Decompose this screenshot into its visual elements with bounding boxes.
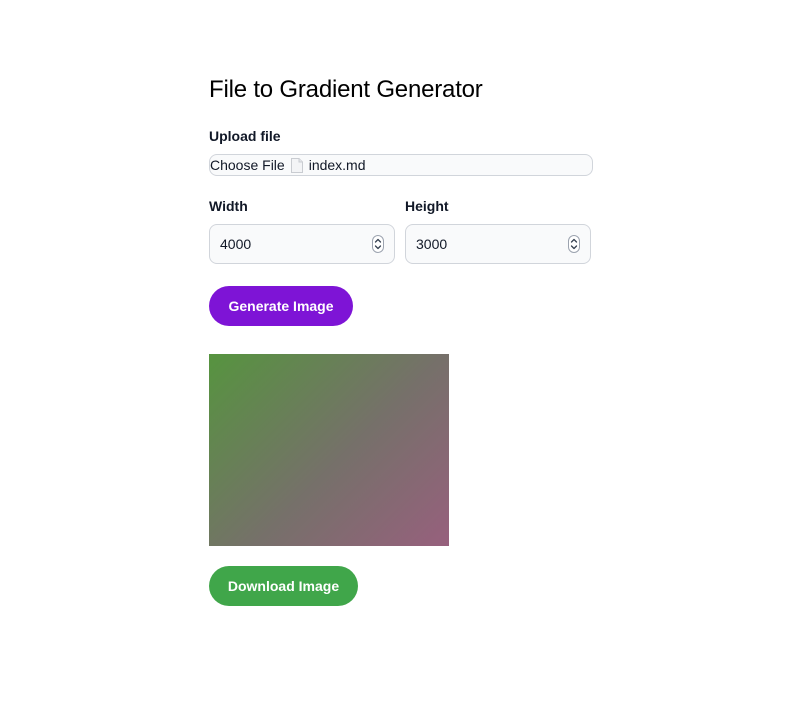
generate-image-button[interactable]: Generate Image — [209, 286, 353, 326]
width-value: 4000 — [220, 236, 252, 252]
height-input[interactable]: 3000 — [405, 224, 591, 264]
file-upload-input[interactable]: Choose File index.md — [209, 154, 593, 176]
height-label: Height — [405, 198, 449, 214]
width-stepper-icon[interactable] — [372, 235, 384, 253]
choose-file-button[interactable]: Choose File — [210, 157, 285, 173]
selected-file-name: index.md — [308, 157, 366, 173]
page-title: File to Gradient Generator — [209, 76, 483, 103]
height-value: 3000 — [416, 236, 448, 252]
upload-file-label: Upload file — [209, 128, 281, 144]
gradient-preview-image — [209, 354, 449, 546]
height-stepper-icon[interactable] — [568, 235, 580, 253]
download-image-button[interactable]: Download Image — [209, 566, 358, 606]
width-label: Width — [209, 198, 248, 214]
width-input[interactable]: 4000 — [209, 224, 395, 264]
document-icon — [290, 157, 303, 173]
